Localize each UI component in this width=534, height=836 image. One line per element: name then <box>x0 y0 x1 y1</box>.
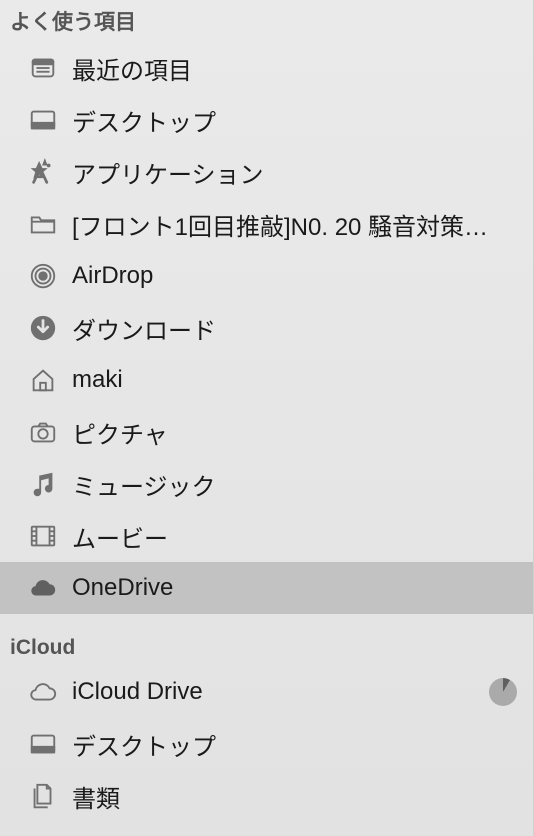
desktop-icon <box>26 103 60 137</box>
sidebar-item-label: [フロント1回目推敲]N0. 20 騒音対策… <box>72 207 517 242</box>
sidebar-item-home[interactable]: maki <box>0 354 533 406</box>
sidebar-item-label: デスクトップ <box>72 727 517 762</box>
sidebar-item-downloads[interactable]: ダウンロード <box>0 302 533 354</box>
sidebar-item-recent[interactable]: 最近の項目 <box>0 42 533 94</box>
home-icon <box>26 363 60 397</box>
applications-icon <box>26 155 60 189</box>
sync-progress-indicator <box>489 678 517 706</box>
sidebar-item-label: ムービー <box>72 519 517 554</box>
download-icon <box>26 311 60 345</box>
folder-icon <box>26 207 60 241</box>
sidebar-item-pictures[interactable]: ピクチャ <box>0 406 533 458</box>
music-icon <box>26 467 60 501</box>
sidebar-item-folder[interactable]: [フロント1回目推敲]N0. 20 騒音対策… <box>0 198 533 250</box>
sidebar-item-label: ピクチャ <box>72 415 517 450</box>
cloud-outline-icon <box>26 675 60 709</box>
desktop-icon <box>26 727 60 761</box>
sidebar-item-applications[interactable]: アプリケーション <box>0 146 533 198</box>
sidebar-item-icloud-drive[interactable]: iCloud Drive <box>0 666 533 718</box>
pictures-icon <box>26 415 60 449</box>
sidebar-item-label: アプリケーション <box>72 155 517 190</box>
sidebar-item-label: iCloud Drive <box>72 678 489 706</box>
sidebar-item-label: 書類 <box>72 779 517 814</box>
sidebar-item-music[interactable]: ミュージック <box>0 458 533 510</box>
recent-icon <box>26 51 60 85</box>
movies-icon <box>26 519 60 553</box>
sidebar-item-label: 最近の項目 <box>72 51 517 86</box>
airdrop-icon <box>26 259 60 293</box>
sidebar-item-label: maki <box>72 366 517 394</box>
sidebar-item-onedrive[interactable]: OneDrive <box>0 562 533 614</box>
sidebar-item-label: OneDrive <box>72 574 517 602</box>
sidebar-item-label: ミュージック <box>72 467 517 502</box>
sidebar: よく使う項目 最近の項目 デスクトップ アプリケーション [フロント1回目推敲]… <box>0 0 533 822</box>
cloud-icon <box>26 571 60 605</box>
sidebar-item-label: ダウンロード <box>72 311 517 346</box>
section-header-favorites: よく使う項目 <box>0 0 533 42</box>
documents-icon <box>26 779 60 813</box>
section-header-icloud: iCloud <box>0 614 533 666</box>
sidebar-item-airdrop[interactable]: AirDrop <box>0 250 533 302</box>
sidebar-item-label: デスクトップ <box>72 103 517 138</box>
sidebar-item-icloud-desktop[interactable]: デスクトップ <box>0 718 533 770</box>
sidebar-item-desktop[interactable]: デスクトップ <box>0 94 533 146</box>
sidebar-item-documents[interactable]: 書類 <box>0 770 533 822</box>
sidebar-item-label: AirDrop <box>72 262 517 290</box>
sidebar-item-movies[interactable]: ムービー <box>0 510 533 562</box>
